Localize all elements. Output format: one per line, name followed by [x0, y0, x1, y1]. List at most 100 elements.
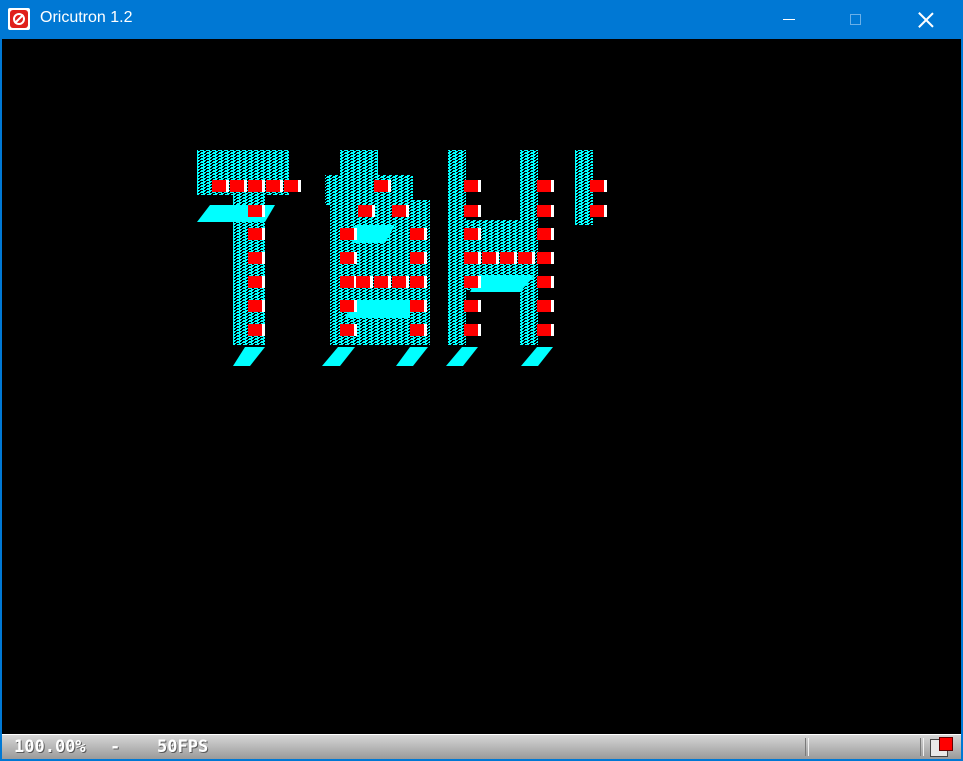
- brick-highlight: [424, 228, 427, 240]
- brick-highlight: [262, 228, 265, 240]
- brick: [374, 276, 390, 288]
- status-divider: [920, 738, 924, 756]
- brick: [358, 205, 374, 217]
- brick: [340, 300, 356, 312]
- brick-highlight: [262, 324, 265, 336]
- brick: [410, 324, 426, 336]
- brick-highlight: [551, 324, 554, 336]
- brick: [340, 324, 356, 336]
- brick: [410, 300, 426, 312]
- brick: [230, 180, 246, 192]
- brick-highlight: [478, 276, 481, 288]
- slant-shadow: [322, 347, 355, 366]
- brick-highlight: [424, 252, 427, 264]
- brick: [464, 252, 480, 264]
- brick-highlight: [388, 276, 391, 288]
- emulator-screen[interactable]: [2, 39, 961, 734]
- brick: [464, 205, 480, 217]
- brick-highlight: [424, 324, 427, 336]
- brick: [464, 324, 480, 336]
- brick: [284, 180, 300, 192]
- minimize-icon: [783, 19, 795, 20]
- brick-highlight: [354, 300, 357, 312]
- brick: [518, 252, 534, 264]
- brick: [248, 205, 264, 217]
- brick-highlight: [478, 180, 481, 192]
- brick-highlight: [262, 252, 265, 264]
- brick-highlight: [551, 228, 554, 240]
- brick: [537, 276, 553, 288]
- brick-highlight: [262, 180, 265, 192]
- brick-highlight: [496, 252, 499, 264]
- brick: [537, 205, 553, 217]
- brick: [537, 228, 553, 240]
- dither-block: [330, 200, 430, 345]
- app-icon[interactable]: [8, 8, 30, 30]
- brick-highlight: [354, 324, 357, 336]
- brick: [537, 300, 553, 312]
- brick-highlight: [262, 205, 265, 217]
- brick-highlight: [478, 252, 481, 264]
- brick: [248, 252, 264, 264]
- brick: [590, 180, 606, 192]
- brick-highlight: [406, 205, 409, 217]
- brick: [374, 180, 390, 192]
- brick-highlight: [551, 180, 554, 192]
- brick-highlight: [551, 252, 554, 264]
- brick: [464, 228, 480, 240]
- brick-highlight: [354, 228, 357, 240]
- brick-highlight: [604, 205, 607, 217]
- brick: [464, 180, 480, 192]
- brick-highlight: [370, 276, 373, 288]
- brick-highlight: [298, 180, 301, 192]
- brick-highlight: [262, 276, 265, 288]
- dither-block: [448, 150, 466, 345]
- speed-readout: 100.00%: [14, 737, 86, 757]
- brick-highlight: [532, 252, 535, 264]
- title-bar[interactable]: Oricutron 1.2: [0, 0, 963, 39]
- brick-highlight: [244, 180, 247, 192]
- brick-highlight: [388, 180, 391, 192]
- fps-readout: 50FPS: [157, 737, 209, 757]
- status-divider: [805, 738, 809, 756]
- brick-highlight: [478, 324, 481, 336]
- maximize-button[interactable]: [826, 0, 884, 39]
- brick-highlight: [406, 276, 409, 288]
- brick: [356, 276, 372, 288]
- brick-highlight: [551, 300, 554, 312]
- brick-highlight: [604, 180, 607, 192]
- brick: [410, 252, 426, 264]
- brick-highlight: [478, 300, 481, 312]
- minimize-button[interactable]: [760, 0, 818, 39]
- brick: [392, 276, 408, 288]
- brick-highlight: [262, 300, 265, 312]
- brick: [248, 300, 264, 312]
- close-button[interactable]: [897, 0, 955, 39]
- status-separator: -: [110, 737, 121, 757]
- brick: [500, 252, 516, 264]
- brick: [340, 276, 356, 288]
- banner-graphic: [197, 150, 607, 366]
- close-icon: [918, 12, 934, 28]
- brick: [392, 205, 408, 217]
- brick: [340, 252, 356, 264]
- brick-highlight: [226, 180, 229, 192]
- brick-highlight: [354, 252, 357, 264]
- oricutron-window: Oricutron 1.2 100.00% - 50FPS: [0, 0, 963, 761]
- maximize-icon: [849, 14, 861, 25]
- brick-highlight: [478, 205, 481, 217]
- brick: [340, 228, 356, 240]
- brick-highlight: [424, 276, 427, 288]
- slant-shadow: [396, 347, 428, 366]
- slant-shadow: [233, 347, 265, 366]
- brick: [464, 276, 480, 288]
- brick: [464, 300, 480, 312]
- brick-highlight: [424, 300, 427, 312]
- brick-highlight: [551, 276, 554, 288]
- disk-activity-icon[interactable]: [930, 737, 953, 757]
- brick: [537, 252, 553, 264]
- brick-highlight: [514, 252, 517, 264]
- brick: [410, 228, 426, 240]
- brick: [212, 180, 228, 192]
- brick: [537, 324, 553, 336]
